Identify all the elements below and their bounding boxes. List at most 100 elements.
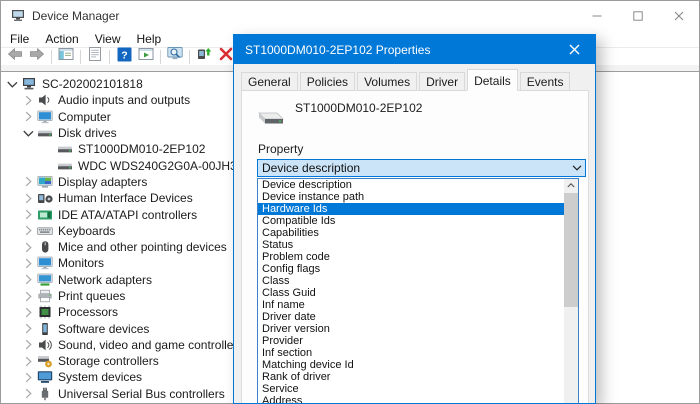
chevron-collapsed-icon[interactable] (21, 355, 35, 367)
chevron-collapsed-icon[interactable] (21, 209, 35, 221)
close-icon[interactable] (658, 1, 699, 30)
chevron-collapsed-icon[interactable] (21, 371, 35, 383)
property-option-rank-of-driver[interactable]: Rank of driver (258, 371, 564, 383)
chevron-up-icon[interactable] (564, 179, 578, 192)
chevron-collapsed-icon[interactable] (21, 192, 35, 204)
chevron-collapsed-icon[interactable] (21, 290, 35, 302)
chevron-collapsed-icon[interactable] (21, 94, 35, 106)
chevron-collapsed-icon[interactable] (21, 388, 35, 400)
chevron-collapsed-icon[interactable] (21, 323, 35, 335)
property-option-class[interactable]: Class (258, 275, 564, 287)
property-combobox[interactable]: Device description (257, 159, 586, 177)
chevron-collapsed-icon[interactable] (21, 176, 35, 188)
tree-item-label: Universal Serial Bus controllers (58, 387, 225, 401)
property-option-capabilities[interactable]: Capabilities (258, 227, 564, 239)
update-driver-icon (196, 46, 212, 67)
chevron-collapsed-icon[interactable] (21, 339, 35, 351)
minimize-icon[interactable] (576, 1, 617, 30)
dialog-close-icon[interactable] (553, 35, 595, 64)
computer-icon (21, 77, 37, 91)
menu-file[interactable]: File (2, 32, 37, 46)
combobox-value: Device description (258, 161, 569, 175)
export-list-button[interactable] (135, 49, 157, 65)
chevron-collapsed-icon[interactable] (21, 225, 35, 237)
keyboard-icon (37, 224, 53, 238)
scan-hardware-changes-icon (167, 46, 183, 67)
forward-button[interactable] (26, 49, 48, 65)
property-option-class-guid[interactable]: Class Guid (258, 287, 564, 299)
tab-volumes[interactable]: Volumes (357, 72, 417, 91)
property-option-driver-date[interactable]: Driver date (258, 311, 564, 323)
tree-item-label: System devices (58, 370, 142, 384)
dialog-title-bar: ST1000DM010-2EP102 Properties (234, 35, 595, 64)
tree-item-label: ST1000DM010-2EP102 (78, 142, 205, 156)
property-option-hardware-ids[interactable]: Hardware Ids (258, 203, 564, 215)
property-option-provider[interactable]: Provider (258, 335, 564, 347)
svg-text:?: ? (121, 49, 127, 61)
window-controls (576, 1, 699, 30)
menu-view[interactable]: View (87, 32, 129, 46)
property-option-matching-device-id[interactable]: Matching device Id (258, 359, 564, 371)
property-option-config-flags[interactable]: Config flags (258, 263, 564, 275)
tab-driver[interactable]: Driver (419, 72, 465, 91)
speaker-icon (37, 93, 53, 107)
scrollbar-thumb[interactable] (564, 193, 578, 307)
chevron-collapsed-icon[interactable] (21, 241, 35, 253)
property-label: Property (258, 142, 303, 156)
help-icon: ? (117, 47, 132, 67)
chevron-collapsed-icon[interactable] (21, 111, 35, 123)
tree-item-label: Processors (58, 305, 118, 319)
show-console-tree-icon (58, 46, 74, 67)
usb-icon (37, 387, 53, 401)
software-device-icon (37, 322, 53, 336)
property-option-inf-section[interactable]: Inf section (258, 347, 564, 359)
chevron-collapsed-icon[interactable] (21, 257, 35, 269)
property-option-service[interactable]: Service (258, 383, 564, 395)
property-options: Device descriptionDevice instance pathHa… (258, 179, 564, 403)
chevron-expanded-icon[interactable] (5, 78, 19, 90)
monitor-icon (37, 110, 53, 124)
tree-item-label: Disk drives (58, 126, 117, 140)
property-option-driver-version[interactable]: Driver version (258, 323, 564, 335)
disk-drive-icon (57, 142, 73, 156)
disk-drive-icon (37, 126, 53, 140)
properties-icon (87, 46, 103, 67)
properties-button[interactable] (84, 49, 106, 65)
chevron-collapsed-icon[interactable] (21, 306, 35, 318)
export-list-icon (138, 46, 154, 67)
storage-controller-icon (37, 354, 53, 368)
toolbar-separator (109, 50, 110, 64)
property-option-status[interactable]: Status (258, 239, 564, 251)
device-manager-icon (10, 8, 26, 24)
update-driver-button[interactable] (193, 49, 215, 65)
forward-icon (29, 46, 45, 67)
property-option-device-description[interactable]: Device description (258, 179, 564, 191)
tab-details[interactable]: Details (467, 69, 518, 91)
property-option-problem-code[interactable]: Problem code (258, 251, 564, 263)
dropdown-scrollbar[interactable] (564, 179, 578, 403)
menu-action[interactable]: Action (37, 32, 86, 46)
tree-item-label: Software devices (58, 322, 149, 336)
tree-item-label: Network adapters (58, 273, 152, 287)
property-option-compatible-ids[interactable]: Compatible Ids (258, 215, 564, 227)
tab-events[interactable]: Events (520, 72, 571, 91)
menu-help[interactable]: Help (129, 32, 170, 46)
tab-general[interactable]: General (241, 72, 298, 91)
tree-item-label: Mice and other pointing devices (58, 240, 227, 254)
title-bar: Device Manager (1, 1, 699, 30)
toolbar-separator (80, 50, 81, 64)
toolbar-separator (160, 50, 161, 64)
tab-policies[interactable]: Policies (300, 72, 355, 91)
scan-hardware-changes-button[interactable] (164, 49, 186, 65)
maximize-icon[interactable] (617, 1, 658, 30)
back-button[interactable] (4, 49, 26, 65)
disk-drive-3d-icon (253, 105, 285, 132)
property-dropdown-list: Device descriptionDevice instance pathHa… (257, 178, 579, 403)
chevron-expanded-icon[interactable] (21, 127, 35, 139)
property-option-inf-name[interactable]: Inf name (258, 299, 564, 311)
property-option-address[interactable]: Address (258, 395, 564, 403)
help-button[interactable]: ? (113, 49, 135, 65)
chevron-collapsed-icon[interactable] (21, 274, 35, 286)
show-console-tree-button[interactable] (55, 49, 77, 65)
property-option-device-instance-path[interactable]: Device instance path (258, 191, 564, 203)
